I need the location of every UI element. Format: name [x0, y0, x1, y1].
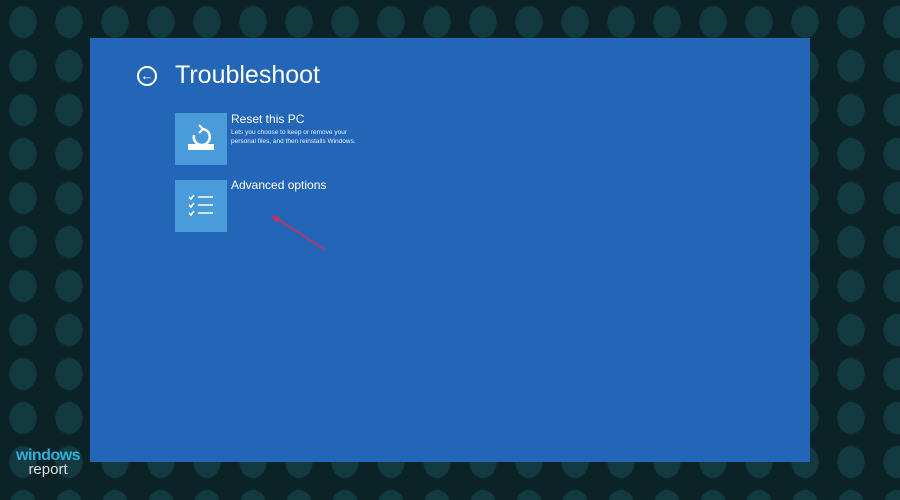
advanced-options-tile[interactable]	[175, 180, 227, 232]
reset-pc-description: Lets you choose to keep or remove your p…	[231, 129, 356, 145]
checklist-icon	[188, 194, 213, 217]
advanced-options-title[interactable]: Advanced options	[231, 178, 326, 192]
back-arrow-icon: ←	[140, 68, 154, 83]
windows-report-logo: windows report	[16, 448, 81, 478]
troubleshoot-panel: ← Troubleshoot Reset this PC Lets you ch…	[90, 38, 810, 462]
reset-pc-title[interactable]: Reset this PC	[231, 112, 304, 126]
annotation-arrow	[271, 215, 326, 251]
logo-line2: report	[28, 461, 68, 478]
page-title: Troubleshoot	[175, 61, 320, 89]
reset-pc-tile[interactable]	[175, 113, 227, 165]
back-button[interactable]: ←	[137, 66, 157, 86]
reset-pc-icon	[188, 124, 214, 150]
